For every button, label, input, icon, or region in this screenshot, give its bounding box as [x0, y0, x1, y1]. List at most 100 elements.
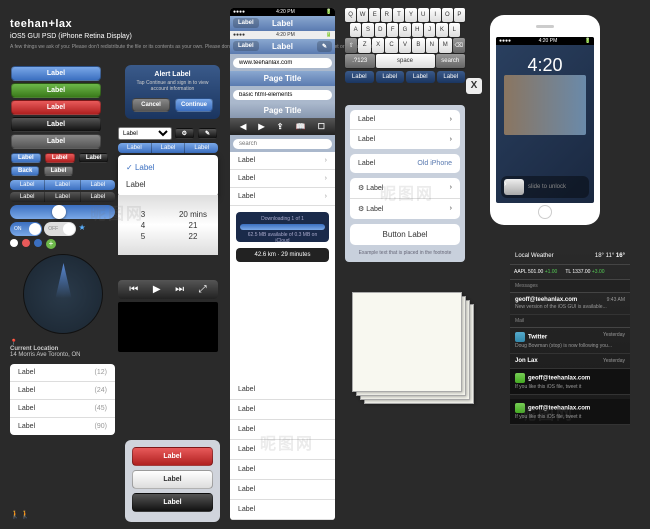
table-row[interactable]: Label›	[230, 188, 335, 206]
notification-banner[interactable]: geoff@teehanlax.comIf you like this iOS …	[510, 399, 630, 425]
table-row[interactable]: Label	[230, 480, 335, 500]
dropdown-item[interactable]: Label	[122, 176, 214, 193]
search-input[interactable]	[233, 90, 332, 100]
picker-col[interactable]: 345	[118, 195, 168, 255]
compass-dial[interactable]	[23, 254, 103, 334]
table-row[interactable]: Label	[230, 440, 335, 460]
list-item[interactable]: Label(24)	[10, 382, 115, 400]
segmented-dark[interactable]: Label Label Label	[10, 192, 115, 202]
picker-col[interactable]: 20 mins2122	[168, 195, 218, 255]
close-button[interactable]: X	[466, 78, 482, 94]
list-counts: Label(12) Label(24) Label(45) Label(90)	[10, 364, 115, 435]
table-row[interactable]: Label›	[230, 152, 335, 170]
tabs-icon[interactable]: ☐	[318, 122, 325, 131]
notification-banner[interactable]: geoff@teehanlax.comIf you like this iOS …	[510, 369, 630, 395]
button-black[interactable]: Label	[11, 117, 101, 132]
alert-title: Alert Label	[131, 71, 214, 78]
fwd-icon[interactable]: ▶	[258, 122, 264, 131]
settings-row[interactable]: LabelOld iPhone	[350, 154, 460, 173]
slide-to-unlock[interactable]: ›slide to unlock	[501, 176, 589, 198]
alert-continue[interactable]: Continue	[175, 98, 213, 112]
segmented-blue[interactable]: Label Label Label	[10, 180, 115, 190]
lock-time: 4:20	[496, 55, 594, 76]
book-icon[interactable]: 📖	[296, 122, 306, 131]
icon-button[interactable]: ✎	[198, 128, 217, 139]
notification-item[interactable]: 9:43 AMgeoff@teehanlax.comNew version of…	[510, 293, 630, 315]
play-icon[interactable]: ▶	[153, 284, 161, 295]
action-sheet: Label Label Label	[125, 440, 220, 522]
list-item[interactable]: Label(90)	[10, 418, 115, 435]
pill-gray-2[interactable]: Label	[44, 166, 74, 176]
toggle-off[interactable]: OFF	[44, 222, 76, 236]
button-label-row[interactable]: Button Label	[350, 224, 460, 245]
table-row[interactable]: Label›	[230, 170, 335, 188]
prev-icon[interactable]: ⏮	[129, 284, 138, 295]
table-row[interactable]: Label	[230, 400, 335, 420]
people-icon: 🚶🚶	[10, 510, 30, 519]
radio-icon[interactable]	[10, 239, 18, 247]
back-icon[interactable]: ◀	[240, 122, 246, 131]
sheet-default[interactable]: Label	[132, 470, 213, 489]
radio-icon[interactable]	[34, 239, 42, 247]
slider-knob[interactable]: ›	[504, 179, 524, 195]
seg-item[interactable]: Label	[10, 180, 45, 190]
button-blue[interactable]: Label	[11, 66, 101, 81]
weather-widget[interactable]: Local Weather 18° 11° 16°	[510, 248, 630, 265]
table-row[interactable]: Label	[230, 500, 335, 520]
dropdown-item[interactable]: ✓ Label	[122, 159, 214, 176]
settings-row[interactable]: ⚙ Label›	[350, 199, 460, 219]
messages-icon	[515, 403, 525, 413]
add-icon[interactable]: +	[46, 239, 56, 249]
seg-item[interactable]: Label	[81, 180, 115, 190]
notification-item[interactable]: YesterdayJon Lax	[510, 354, 630, 369]
keyboard: QWERTYUIOP ASDFGHJKL ⇧ZXCVBNM⌫ .?123spac…	[345, 8, 465, 86]
key[interactable]: Q	[345, 8, 356, 22]
dropdown-row: Label ⚙ ✎ LabelLabelLabel	[118, 127, 218, 155]
notification-item[interactable]: YesterdayTwitterDoug Bowman (stop) is no…	[510, 328, 630, 354]
stocks-widget[interactable]: AAPL 501.00 +1.00 TL 1337.00 +3.00	[510, 265, 630, 280]
plain-table: Label Label Label Label Label Label Labe…	[230, 380, 335, 520]
search-row	[230, 86, 335, 103]
seg-item[interactable]: Label	[45, 180, 80, 190]
search-bar	[230, 135, 335, 152]
pill-blue[interactable]: Label	[11, 153, 41, 163]
table-row[interactable]: Label	[230, 460, 335, 480]
dropdown-popover: ✓ Label Label	[118, 155, 218, 197]
next-icon[interactable]: ⏭	[175, 284, 184, 295]
seg-item[interactable]: Label	[10, 192, 45, 202]
table-row[interactable]: Label	[230, 380, 335, 400]
url-input[interactable]	[233, 58, 332, 68]
settings-row[interactable]: ⚙ Label›	[350, 178, 460, 199]
button-gray[interactable]: Label	[11, 134, 101, 149]
messages-icon	[515, 373, 525, 383]
toggle-on[interactable]: ON	[10, 222, 42, 236]
seg-item[interactable]: Label	[45, 192, 80, 202]
pill-black[interactable]: Label	[79, 153, 109, 163]
settings-panel: Label› Label› LabelOld iPhone ⚙ Label› ⚙…	[345, 105, 465, 262]
radio-icon[interactable]	[22, 239, 30, 247]
list-item[interactable]: Label(12)	[10, 364, 115, 382]
back-button[interactable]: Label	[233, 18, 259, 28]
iphone-device: ●●●●4:20 PM🔋 4:20 Thursday, 14 October ›…	[490, 15, 600, 225]
alert-cancel[interactable]: Cancel	[132, 98, 170, 112]
sheet-cancel[interactable]: Label	[132, 493, 213, 512]
button-green[interactable]: Label	[11, 83, 101, 98]
slider[interactable]	[10, 205, 115, 219]
button-red[interactable]: Label	[11, 100, 101, 115]
nav-title: Page Title	[230, 71, 335, 86]
list-item[interactable]: Label(45)	[10, 400, 115, 418]
icon-button[interactable]: ⚙	[175, 128, 194, 139]
picker-wheel[interactable]: 345 20 mins2122	[118, 195, 218, 255]
section-header: Mail	[510, 315, 630, 328]
sheet-destructive[interactable]: Label	[132, 447, 213, 466]
fullscreen-icon[interactable]: ⤢	[199, 284, 207, 295]
select-label[interactable]: Label	[118, 127, 172, 140]
settings-row[interactable]: Label›	[350, 110, 460, 130]
share-icon[interactable]: ⇪	[277, 122, 284, 131]
pill-blue-2[interactable]: Back	[11, 166, 39, 176]
seg-item[interactable]: Label	[81, 192, 115, 202]
search-field[interactable]	[233, 139, 332, 149]
table-row[interactable]: Label	[230, 420, 335, 440]
pill-red[interactable]: Label	[45, 153, 75, 163]
settings-row[interactable]: Label›	[350, 130, 460, 149]
